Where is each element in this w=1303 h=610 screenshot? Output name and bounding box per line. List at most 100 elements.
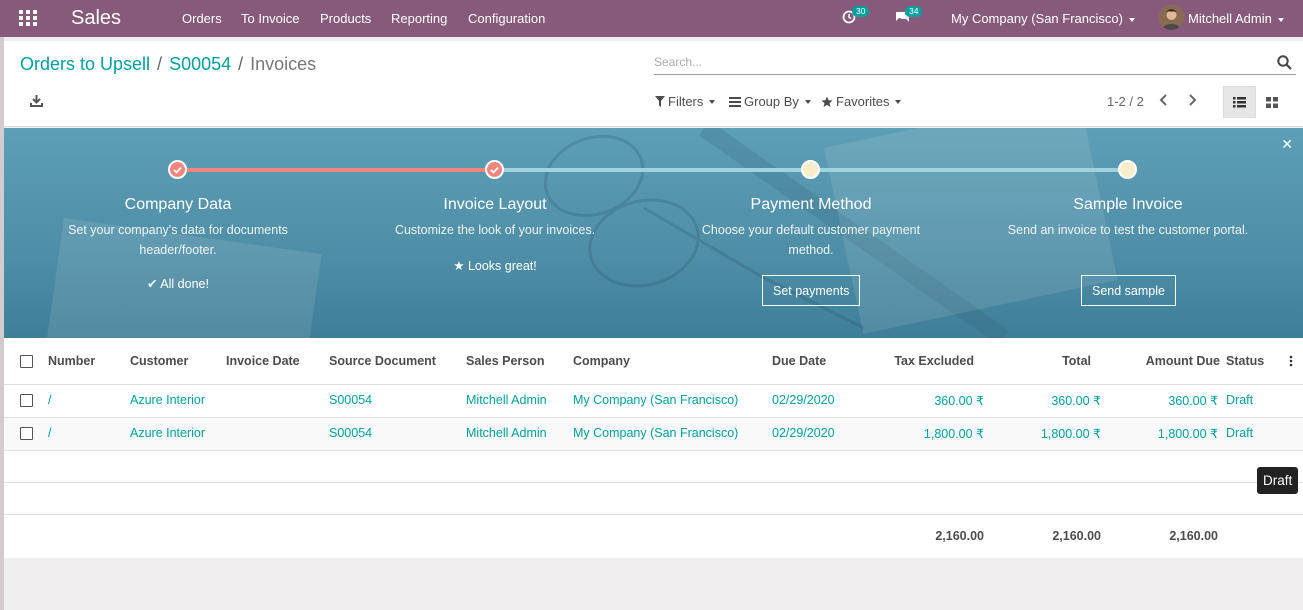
search-bar	[654, 51, 1296, 75]
column-number[interactable]: Number	[48, 354, 95, 368]
step-company-data-check-icon	[168, 160, 187, 179]
optional-columns-icon[interactable]	[1288, 355, 1294, 367]
column-source-document[interactable]: Source Document	[329, 354, 436, 368]
close-banner-icon[interactable]: ✕	[1281, 136, 1293, 153]
app-title[interactable]: Sales	[71, 7, 121, 30]
messages-chat-icon[interactable]: 34	[895, 6, 923, 26]
activity-count-badge: 30	[852, 6, 870, 17]
control-panel: Orders to Upsell / S00054 / Invoices Filters…	[4, 41, 1303, 127]
check-icon: ✔	[147, 277, 161, 291]
step-status-done: ✔ All done!	[48, 276, 308, 291]
column-due-date[interactable]: Due Date	[772, 354, 826, 368]
empty-row	[4, 483, 1303, 515]
cell-total: 360.00 ₹	[1051, 394, 1101, 408]
breadcrumb-separator: /	[157, 54, 163, 74]
pager-next-icon[interactable]	[1186, 93, 1200, 107]
company-switcher[interactable]: My Company (San Francisco)	[951, 11, 1135, 26]
bars-icon	[729, 96, 741, 107]
menu-reporting[interactable]: Reporting	[391, 11, 447, 26]
column-total[interactable]: Total	[1011, 354, 1091, 368]
breadcrumb-current: Invoices	[250, 54, 317, 74]
star-icon	[821, 96, 833, 107]
progress-bar-completed	[177, 168, 495, 172]
user-avatar[interactable]	[1159, 5, 1184, 30]
cell-tax-excluded: 1,800.00 ₹	[923, 427, 984, 441]
step-description: Choose your default customer payment met…	[701, 223, 921, 257]
user-menu[interactable]: Mitchell Admin	[1188, 11, 1284, 26]
step-description: Send an invoice to test the customer por…	[1007, 223, 1249, 237]
step-sample-invoice-dot	[1118, 160, 1137, 179]
cell-sales-person: Mitchell Admin	[466, 426, 547, 440]
row-checkbox[interactable]	[20, 427, 33, 440]
pager-previous-icon[interactable]	[1158, 93, 1172, 107]
table-header: Number Customer Invoice Date Source Docu…	[4, 338, 1303, 385]
chevron-down-icon	[895, 99, 902, 104]
favorites-dropdown[interactable]: Favorites	[821, 94, 902, 109]
column-invoice-date[interactable]: Invoice Date	[226, 354, 300, 368]
cell-number: /	[48, 426, 52, 440]
step-payment-method-dot	[801, 160, 820, 179]
cell-source-document: S00054	[329, 426, 373, 440]
search-icon[interactable]	[1277, 55, 1292, 70]
group-by-label: Group By	[744, 94, 799, 109]
step-description: Customize the look of your invoices.	[394, 223, 596, 237]
status-tooltip: Draft	[1257, 467, 1299, 494]
send-sample-button[interactable]: Send sample	[1081, 275, 1176, 306]
cell-customer: Azure Interior	[130, 426, 206, 440]
messages-count-badge: 34	[905, 6, 923, 17]
chevron-down-icon	[709, 99, 716, 104]
table-row[interactable]: / Azure Interior S00054 Mitchell Admin M…	[4, 418, 1303, 451]
column-tax-excluded[interactable]: Tax Excluded	[874, 354, 974, 368]
row-checkbox[interactable]	[20, 394, 33, 407]
breadcrumb-orders-to-upsell[interactable]: Orders to Upsell	[20, 54, 150, 74]
breadcrumb-order[interactable]: S00054	[169, 54, 231, 74]
cell-customer: Azure Interior	[130, 393, 206, 407]
kanban-view-button[interactable]	[1255, 86, 1288, 118]
column-status[interactable]: Status	[1226, 354, 1264, 368]
cell-company: My Company (San Francisco)	[573, 393, 739, 407]
user-name: Mitchell Admin	[1188, 11, 1272, 26]
cell-number: /	[48, 393, 52, 407]
cell-tax-excluded: 360.00 ₹	[934, 394, 984, 408]
group-by-dropdown[interactable]: Group By	[729, 94, 811, 109]
cell-status: Draft	[1226, 426, 1254, 440]
search-input[interactable]	[654, 51, 1254, 69]
company-name: My Company (San Francisco)	[951, 11, 1123, 26]
pager-value[interactable]: 1-2 / 2	[1107, 94, 1144, 109]
cell-amount-due: 360.00 ₹	[1168, 394, 1218, 408]
chevron-down-icon	[1128, 17, 1135, 22]
menu-orders[interactable]: Orders	[182, 11, 222, 26]
cell-total: 1,800.00 ₹	[1040, 427, 1101, 441]
filters-dropdown[interactable]: Filters	[655, 94, 716, 109]
apps-menu-icon[interactable]	[19, 10, 37, 26]
list-icon	[1233, 96, 1246, 107]
step-status-text: All done!	[160, 277, 209, 291]
step-status-text: Looks great!	[467, 259, 537, 273]
empty-row	[4, 451, 1303, 483]
chevron-down-icon	[804, 99, 811, 104]
total-total: 2,160.00	[1052, 529, 1101, 543]
menu-to-invoice[interactable]: To Invoice	[241, 11, 300, 26]
step-title: Sample Invoice	[1073, 196, 1183, 213]
column-sales-person[interactable]: Sales Person	[466, 354, 545, 368]
step-description: Set your company's data for documents he…	[68, 223, 288, 257]
step-title: Payment Method	[750, 196, 872, 213]
step-title: Company Data	[124, 196, 232, 213]
cell-due-date: 02/29/2020	[772, 426, 835, 440]
table-row[interactable]: / Azure Interior S00054 Mitchell Admin M…	[4, 385, 1303, 418]
column-customer[interactable]: Customer	[130, 354, 188, 368]
set-payments-button[interactable]: Set payments	[762, 275, 861, 306]
column-amount-due[interactable]: Amount Due	[1120, 354, 1220, 368]
total-amount-due: 2,160.00	[1169, 529, 1218, 543]
menu-products[interactable]: Products	[320, 11, 371, 26]
filters-label: Filters	[668, 94, 704, 109]
list-view-button[interactable]	[1223, 86, 1256, 118]
menu-configuration[interactable]: Configuration	[468, 11, 545, 26]
column-company[interactable]: Company	[573, 354, 630, 368]
select-all-checkbox[interactable]	[20, 355, 33, 368]
activity-clock-icon[interactable]: 30	[842, 6, 870, 26]
cell-sales-person: Mitchell Admin	[466, 393, 547, 407]
download-icon[interactable]	[30, 94, 44, 108]
chevron-down-icon	[1277, 17, 1284, 22]
step-title: Invoice Layout	[443, 196, 547, 213]
